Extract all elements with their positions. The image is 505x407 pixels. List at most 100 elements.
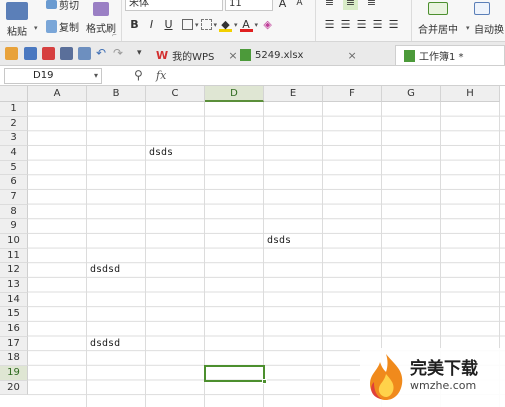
bold-button[interactable]: B <box>127 17 142 32</box>
open-folder-icon[interactable] <box>5 47 18 60</box>
tab-5249-label: 5249.xlsx <box>255 49 304 61</box>
zoom-magnifier-icon[interactable]: ⚲ <box>134 68 143 82</box>
cell-reference: D19 <box>33 70 54 81</box>
ribbon-divider <box>315 0 316 41</box>
font-name-select[interactable]: 宋体 <box>125 0 223 11</box>
customize-dropdown-icon[interactable]: ▾ <box>137 47 150 60</box>
row-header-1[interactable]: 1 <box>0 102 28 117</box>
distributed-icon[interactable]: ☰ <box>386 17 401 32</box>
row-header-11[interactable]: 11 <box>0 248 28 264</box>
row-header-17[interactable]: 17 <box>0 336 28 352</box>
row-header-9[interactable]: 9 <box>0 219 28 234</box>
paste-label: 粘贴 <box>7 27 27 38</box>
formula-input[interactable] <box>180 67 502 84</box>
row-header-2[interactable]: 2 <box>0 116 28 132</box>
column-header-e[interactable]: E <box>264 86 323 102</box>
fill-handle[interactable] <box>262 378 267 384</box>
column-header-h[interactable]: H <box>441 86 500 102</box>
auto-wrap-button[interactable]: 自动换 <box>474 2 504 36</box>
align-top-icon[interactable]: ≡ <box>322 0 337 10</box>
row-header-15[interactable]: 15 <box>0 307 28 322</box>
font-color-dropdown-icon[interactable]: ▾ <box>255 21 259 29</box>
export-pdf-icon[interactable] <box>42 47 55 60</box>
row-header-3[interactable]: 3 <box>0 131 28 146</box>
row-header-19[interactable]: 19 <box>0 365 28 381</box>
cut-label: 剪切 <box>59 1 79 12</box>
cell-e10[interactable]: dsds <box>264 234 291 249</box>
column-header-b[interactable]: B <box>87 86 146 102</box>
underline-button[interactable]: U <box>161 17 176 32</box>
increase-font-icon[interactable]: A <box>275 0 290 11</box>
chevron-down-icon[interactable]: ▾ <box>94 69 98 83</box>
paste-button[interactable]: 粘贴 <box>6 2 28 38</box>
italic-button[interactable]: I <box>144 17 159 32</box>
tab-my-wps[interactable]: W 我的WPS × <box>156 45 238 65</box>
close-icon[interactable]: × <box>347 49 356 62</box>
row-header-5[interactable]: 5 <box>0 160 28 176</box>
row-header-18[interactable]: 18 <box>0 351 28 366</box>
merge-dropdown-icon[interactable]: ▾ <box>466 24 470 32</box>
align-center-icon[interactable]: ☰ <box>338 17 353 32</box>
merge-center-button[interactable]: 合并居中 <box>418 2 458 36</box>
undo-icon[interactable]: ↶ <box>96 47 109 60</box>
wrap-text-icon <box>474 2 490 15</box>
tab-5249-xlsx[interactable]: 5249.xlsx × <box>240 45 357 65</box>
cell-style-dropdown-icon[interactable]: ▾ <box>214 21 218 29</box>
cell-c4[interactable]: dsds <box>146 146 173 161</box>
row-header-10[interactable]: 10 <box>0 233 28 249</box>
row-header-14[interactable]: 14 <box>0 292 28 308</box>
align-bottom-icon[interactable]: ≡ <box>364 0 379 10</box>
row-header-4[interactable]: 4 <box>0 145 28 161</box>
print-preview-icon[interactable] <box>78 47 91 60</box>
column-header-a[interactable]: A <box>28 86 87 102</box>
save-icon[interactable] <box>24 47 37 60</box>
border-dropdown-icon[interactable]: ▾ <box>195 21 199 29</box>
clear-format-icon[interactable]: ◈ <box>260 17 275 32</box>
select-all-corner[interactable] <box>0 86 28 102</box>
wps-logo-icon: W <box>156 48 169 62</box>
cell-style-icon[interactable] <box>200 19 212 30</box>
fx-button[interactable]: fx <box>156 69 166 82</box>
font-color-icon[interactable]: A <box>239 17 253 32</box>
spreadsheet-file-icon <box>240 49 251 61</box>
row-header-7[interactable]: 7 <box>0 189 28 205</box>
decrease-font-icon[interactable]: A <box>292 0 307 11</box>
align-middle-icon[interactable]: ≡ <box>343 0 358 10</box>
name-box[interactable]: D19 ▾ <box>4 68 102 84</box>
cell-b17[interactable]: dsdsd <box>87 337 120 352</box>
row-header-20[interactable]: 20 <box>0 380 28 396</box>
spreadsheet-file-icon <box>404 49 415 62</box>
row-header-16[interactable]: 16 <box>0 321 28 337</box>
align-left-icon[interactable]: ☰ <box>322 17 337 32</box>
column-header-d[interactable]: D <box>205 86 264 102</box>
ribbon-toolbar: 粘贴 ▾ 剪切 复制 格式刷 ⌐ 宋体 11 A A B I U ▾ ▾ ◆ ▾… <box>0 0 505 42</box>
column-header-g[interactable]: G <box>382 86 441 102</box>
redo-icon[interactable]: ↷ <box>113 47 126 60</box>
clipboard-launcher-icon[interactable]: ⌐ <box>112 32 117 39</box>
column-header-f[interactable]: F <box>323 86 382 102</box>
column-header-c[interactable]: C <box>146 86 205 102</box>
active-cell-selection[interactable] <box>204 364 267 384</box>
paste-dropdown-icon[interactable]: ▾ <box>34 24 38 32</box>
justify-icon[interactable]: ☰ <box>370 17 385 32</box>
font-row: 宋体 11 A A <box>125 0 307 11</box>
copy-button[interactable]: 复制 <box>46 19 79 34</box>
border-icon[interactable] <box>182 19 193 30</box>
fill-color-icon[interactable]: ◆ <box>219 17 233 32</box>
formula-bar: D19 ▾ ⚲ fx <box>0 66 505 86</box>
row-header-8[interactable]: 8 <box>0 204 28 220</box>
tab-workbook1[interactable]: 工作簿1 * <box>395 45 505 65</box>
close-icon[interactable]: × <box>228 49 237 62</box>
row-header-13[interactable]: 13 <box>0 277 28 293</box>
watermark-logo: 完美下载 wmzhe.com <box>360 348 505 407</box>
font-size-select[interactable]: 11 <box>225 0 273 11</box>
cut-button[interactable]: 剪切 <box>46 0 79 12</box>
format-painter-button[interactable]: 格式刷 <box>86 2 116 35</box>
format-row: B I U ▾ ▾ ◆ ▾ A ▾ ◈ <box>127 17 275 32</box>
print-icon[interactable] <box>60 47 73 60</box>
row-header-6[interactable]: 6 <box>0 175 28 190</box>
cell-b12[interactable]: dsdsd <box>87 263 120 278</box>
row-header-12[interactable]: 12 <box>0 263 28 278</box>
align-right-icon[interactable]: ☰ <box>354 17 369 32</box>
fill-color-dropdown-icon[interactable]: ▾ <box>234 21 238 29</box>
